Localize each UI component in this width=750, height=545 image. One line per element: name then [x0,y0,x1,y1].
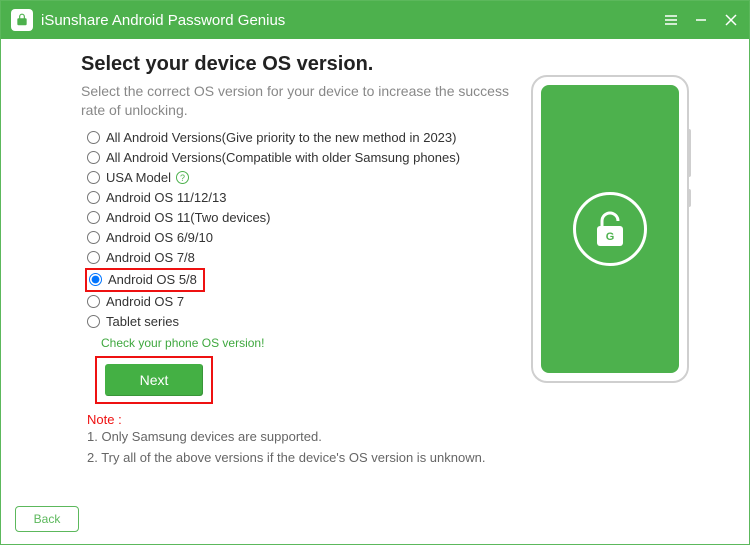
os-radio-list: All Android Versions(Give priority to th… [87,128,517,332]
os-option-label: Android OS 5/8 [108,272,197,287]
phone-power-button [687,189,691,207]
note-label: Note : [87,412,517,427]
check-version-link[interactable]: Check your phone OS version! [101,336,264,350]
os-option-label: Android OS 6/9/10 [106,230,213,245]
os-option[interactable]: All Android Versions(Compatible with old… [87,148,517,168]
app-window: iSunshare Android Password Genius Select… [0,0,750,545]
os-option[interactable]: USA Model? [87,168,517,188]
window-controls [663,12,739,28]
os-option[interactable]: Android OS 5/8 [89,270,197,290]
main-content: Select your device OS version. Select th… [1,39,749,498]
os-option[interactable]: Android OS 11/12/13 [87,188,517,208]
os-radio[interactable] [87,315,100,328]
os-option[interactable]: Android OS 6/9/10 [87,228,517,248]
os-radio[interactable] [87,151,100,164]
os-option[interactable]: Android OS 11(Two devices) [87,208,517,228]
page-heading: Select your device OS version. [81,53,517,76]
os-option-label: Android OS 11(Two devices) [106,210,271,225]
os-radio[interactable] [87,171,100,184]
os-option-label: USA Model [106,170,171,185]
os-option[interactable]: Android OS 7 [87,292,517,312]
os-option-label: Android OS 11/12/13 [106,190,226,205]
close-icon[interactable] [723,12,739,28]
os-option-label: Android OS 7 [106,294,184,309]
next-button[interactable]: Next [105,364,203,396]
selected-highlight: Android OS 5/8 [85,268,205,292]
os-radio[interactable] [87,191,100,204]
svg-text:G: G [606,231,615,243]
back-button[interactable]: Back [15,506,79,532]
os-option[interactable]: Tablet series [87,312,517,332]
titlebar: iSunshare Android Password Genius [1,1,749,39]
menu-icon[interactable] [663,12,679,28]
app-logo-icon [11,9,33,31]
os-radio[interactable] [87,231,100,244]
app-title: iSunshare Android Password Genius [41,12,663,29]
os-radio[interactable] [87,211,100,224]
os-option[interactable]: All Android Versions(Give priority to th… [87,128,517,148]
os-option-label: All Android Versions(Give priority to th… [106,130,456,145]
os-option-label: Tablet series [106,314,179,329]
os-option-label: Android OS 7/8 [106,250,195,265]
os-option-label: All Android Versions(Compatible with old… [106,150,460,165]
help-icon[interactable]: ? [176,171,189,184]
os-option[interactable]: Android OS 7/8 [87,248,517,268]
phone-mockup: G [531,75,689,383]
next-highlight: Next [95,356,213,404]
footer: Back [1,498,749,544]
os-radio[interactable] [87,131,100,144]
minimize-icon[interactable] [693,12,709,28]
os-radio[interactable] [87,295,100,308]
phone-volume-button [687,129,691,177]
os-radio[interactable] [89,273,102,286]
page-subheading: Select the correct OS version for your d… [81,82,517,120]
note-line-1: 1. Only Samsung devices are supported. [87,427,517,448]
os-radio[interactable] [87,251,100,264]
lock-icon: G [573,192,647,266]
note-line-2: 2. Try all of the above versions if the … [87,448,517,469]
phone-screen: G [541,85,679,373]
